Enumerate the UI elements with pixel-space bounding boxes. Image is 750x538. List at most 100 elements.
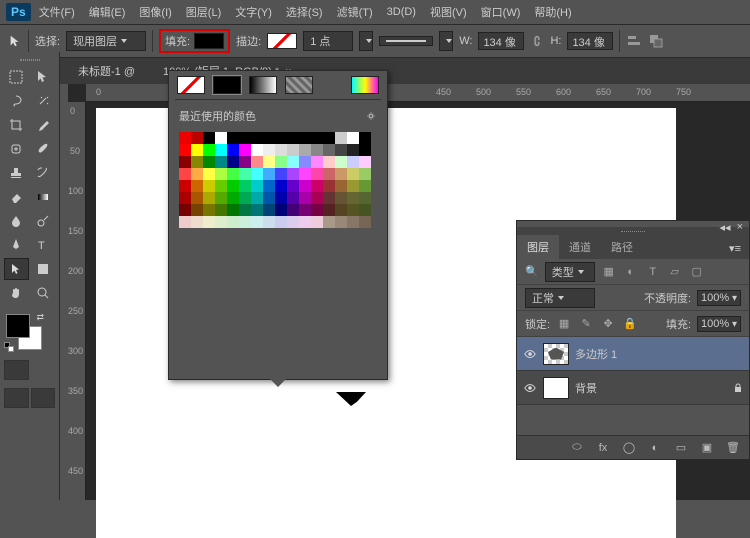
swatch[interactable] bbox=[239, 144, 251, 156]
move-tool[interactable] bbox=[31, 66, 56, 88]
menu-image[interactable]: 图像(I) bbox=[133, 1, 177, 23]
swatch[interactable] bbox=[311, 180, 323, 192]
swatch[interactable] bbox=[359, 132, 371, 144]
swatch[interactable] bbox=[191, 204, 203, 216]
menu-window[interactable]: 窗口(W) bbox=[475, 1, 527, 23]
swatch[interactable] bbox=[191, 180, 203, 192]
swatch[interactable] bbox=[347, 216, 359, 228]
swatch[interactable] bbox=[227, 156, 239, 168]
swatch[interactable] bbox=[299, 204, 311, 216]
swatch[interactable] bbox=[323, 132, 335, 144]
stroke-style-preview[interactable] bbox=[379, 36, 433, 46]
swatch[interactable] bbox=[227, 216, 239, 228]
swatch[interactable] bbox=[323, 204, 335, 216]
menu-edit[interactable]: 编辑(E) bbox=[83, 1, 132, 23]
swatch[interactable] bbox=[239, 180, 251, 192]
visibility-icon[interactable] bbox=[523, 381, 537, 395]
swatch[interactable] bbox=[191, 144, 203, 156]
swatch[interactable] bbox=[311, 132, 323, 144]
swatch[interactable] bbox=[311, 156, 323, 168]
swatch[interactable] bbox=[299, 144, 311, 156]
menu-type[interactable]: 文字(Y) bbox=[229, 1, 278, 23]
stamp-tool[interactable] bbox=[4, 162, 29, 184]
swatch[interactable] bbox=[227, 180, 239, 192]
pattern-fill-button[interactable] bbox=[285, 76, 313, 94]
layer-name[interactable]: 多边形 1 bbox=[575, 346, 617, 362]
menu-file[interactable]: 文件(F) bbox=[33, 1, 81, 23]
tab-layers[interactable]: 图层 bbox=[517, 235, 559, 259]
lock-all-icon[interactable]: 🔒 bbox=[622, 316, 638, 332]
layer-thumbnail[interactable] bbox=[543, 377, 569, 399]
swatch[interactable] bbox=[275, 204, 287, 216]
gear-icon[interactable] bbox=[365, 110, 377, 122]
swatch[interactable] bbox=[215, 132, 227, 144]
swatch[interactable] bbox=[299, 168, 311, 180]
swatch[interactable] bbox=[311, 144, 323, 156]
hand-tool[interactable] bbox=[4, 282, 29, 304]
new-layer-icon[interactable]: ▣ bbox=[699, 440, 715, 456]
menu-view[interactable]: 视图(V) bbox=[424, 1, 473, 23]
screen-mode-button-2[interactable] bbox=[31, 388, 56, 408]
group-icon[interactable]: ▭ bbox=[673, 440, 689, 456]
swatch[interactable] bbox=[179, 192, 191, 204]
width-field[interactable]: 134 像 bbox=[478, 32, 524, 50]
swatch[interactable] bbox=[251, 144, 263, 156]
menu-select[interactable]: 选择(S) bbox=[280, 1, 329, 23]
layer-style-icon[interactable]: fx bbox=[595, 440, 611, 456]
link-icon[interactable] bbox=[530, 34, 544, 48]
blur-tool[interactable] bbox=[4, 210, 29, 232]
swatch[interactable] bbox=[335, 216, 347, 228]
menu-3d[interactable]: 3D(D) bbox=[381, 3, 422, 21]
swatch[interactable] bbox=[179, 156, 191, 168]
marquee-tool[interactable] bbox=[4, 66, 29, 88]
shape-tool[interactable] bbox=[31, 258, 55, 280]
swatch[interactable] bbox=[287, 204, 299, 216]
swatch[interactable] bbox=[227, 168, 239, 180]
opacity-field[interactable]: 100% ▾ bbox=[697, 290, 741, 306]
filter-shape-icon[interactable]: ▱ bbox=[667, 264, 683, 280]
swatch[interactable] bbox=[335, 168, 347, 180]
brush-tool[interactable] bbox=[31, 138, 56, 160]
pen-tool[interactable] bbox=[4, 234, 29, 256]
lock-position-icon[interactable]: ✥ bbox=[600, 316, 616, 332]
swatch[interactable] bbox=[263, 216, 275, 228]
swatch[interactable] bbox=[263, 132, 275, 144]
swatch[interactable] bbox=[203, 180, 215, 192]
foreground-color[interactable] bbox=[6, 314, 30, 338]
swatch[interactable] bbox=[251, 216, 263, 228]
swatch[interactable] bbox=[311, 192, 323, 204]
swatch[interactable] bbox=[203, 144, 215, 156]
swatch[interactable] bbox=[215, 156, 227, 168]
swatch[interactable] bbox=[203, 204, 215, 216]
swatch[interactable] bbox=[299, 156, 311, 168]
lasso-tool[interactable] bbox=[4, 90, 29, 112]
swatch[interactable] bbox=[215, 180, 227, 192]
stroke-width-field[interactable]: 1 点 bbox=[303, 31, 353, 51]
history-brush-tool[interactable] bbox=[31, 162, 56, 184]
swatch[interactable] bbox=[335, 180, 347, 192]
swatch[interactable] bbox=[239, 204, 251, 216]
swatch[interactable] bbox=[179, 144, 191, 156]
panel-handle[interactable] bbox=[517, 227, 749, 235]
swatch[interactable] bbox=[179, 168, 191, 180]
screen-mode-button[interactable] bbox=[4, 388, 29, 408]
swatch[interactable] bbox=[179, 180, 191, 192]
swatch[interactable] bbox=[347, 192, 359, 204]
layer-row[interactable]: 多边形 1 bbox=[517, 337, 749, 371]
swatch[interactable] bbox=[275, 180, 287, 192]
swatch[interactable] bbox=[239, 168, 251, 180]
swatch[interactable] bbox=[347, 168, 359, 180]
swatch[interactable] bbox=[251, 168, 263, 180]
swatch[interactable] bbox=[323, 168, 335, 180]
swatch[interactable] bbox=[227, 132, 239, 144]
swatch[interactable] bbox=[191, 156, 203, 168]
swatch[interactable] bbox=[203, 168, 215, 180]
swatch[interactable] bbox=[215, 144, 227, 156]
swatch[interactable] bbox=[203, 156, 215, 168]
type-tool[interactable]: T bbox=[31, 234, 56, 256]
swatch[interactable] bbox=[191, 192, 203, 204]
swatch[interactable] bbox=[359, 180, 371, 192]
swatch[interactable] bbox=[227, 204, 239, 216]
solid-fill-button[interactable] bbox=[213, 76, 241, 94]
swatch[interactable] bbox=[191, 132, 203, 144]
